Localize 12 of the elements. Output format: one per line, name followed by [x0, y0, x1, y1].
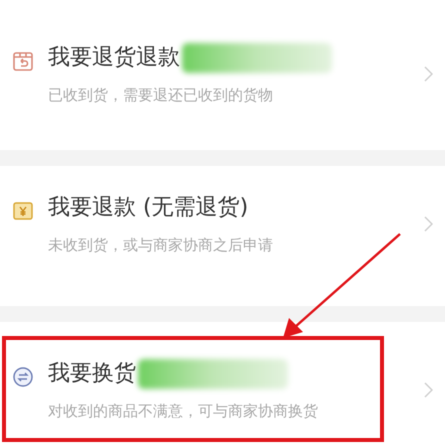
chevron-right-icon[interactable] — [424, 66, 433, 82]
exchange-icon — [12, 366, 34, 388]
option-description: 未收到货，或与商家协商之后申请 — [48, 235, 274, 256]
chevron-right-icon[interactable] — [424, 216, 433, 232]
option-title: 我要退货退款 — [48, 44, 180, 72]
option-description: 已收到货，需要退还已收到的货物 — [48, 85, 274, 106]
return-box-icon — [12, 50, 34, 72]
yuan-tag-icon — [12, 200, 34, 222]
option-title: 我要换货 — [48, 360, 136, 388]
option-title: 我要退款 (无需退货) — [48, 194, 248, 222]
option-description: 对收到的商品不满意，可与商家协商换货 — [48, 401, 319, 422]
chevron-right-icon[interactable] — [424, 382, 433, 398]
